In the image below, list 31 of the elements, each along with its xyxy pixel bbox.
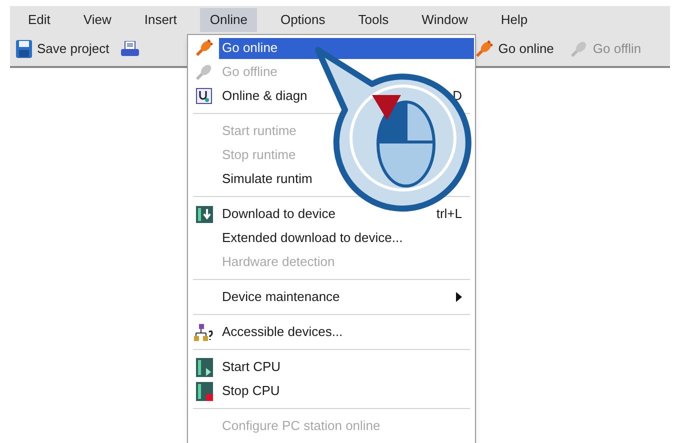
plug-icon <box>195 39 213 57</box>
menu-item[interactable]: Go online <box>219 38 474 58</box>
menu-bar-item[interactable]: Online <box>200 8 258 32</box>
shortcut-text: trl+L <box>436 205 462 224</box>
menu-item[interactable]: Device maintenance <box>219 286 343 308</box>
menu-item[interactable]: Download to device <box>219 204 338 224</box>
menu-bar-item[interactable]: Tools <box>348 8 399 32</box>
menu-item[interactable]: Stop CPU <box>219 380 283 402</box>
plug-icon <box>475 40 494 58</box>
network-question-icon <box>194 324 214 340</box>
menu-bar-item[interactable]: Options <box>270 8 336 32</box>
menu-item[interactable]: Extended download to device... <box>219 228 406 248</box>
menu-bar-item[interactable]: Window <box>412 8 478 32</box>
menu-bar-item[interactable]: Edit <box>18 8 60 32</box>
diagnostics-icon <box>196 88 212 104</box>
submenu-arrow-icon <box>456 292 462 302</box>
menu-item[interactable]: Online & diagn <box>219 86 310 106</box>
plug-icon <box>195 63 213 81</box>
cpu-start-icon <box>196 358 212 376</box>
menu-bar-item[interactable]: Insert <box>134 8 187 32</box>
menu-item[interactable]: Simulate runtim <box>219 168 316 190</box>
menu-item[interactable]: Start CPU <box>219 356 284 378</box>
menu-bar-item[interactable]: Help <box>490 8 538 32</box>
printer-icon[interactable] <box>121 41 140 57</box>
toolbar-button[interactable]: Go online <box>473 37 556 61</box>
download-icon <box>196 206 212 222</box>
toolbar-button[interactable]: Save project <box>14 37 112 61</box>
plug-icon <box>570 40 588 58</box>
menu-bar-item[interactable]: View <box>73 8 122 32</box>
cpu-stop-icon <box>196 382 212 400</box>
menu-item[interactable]: Accessible devices... <box>219 322 346 342</box>
